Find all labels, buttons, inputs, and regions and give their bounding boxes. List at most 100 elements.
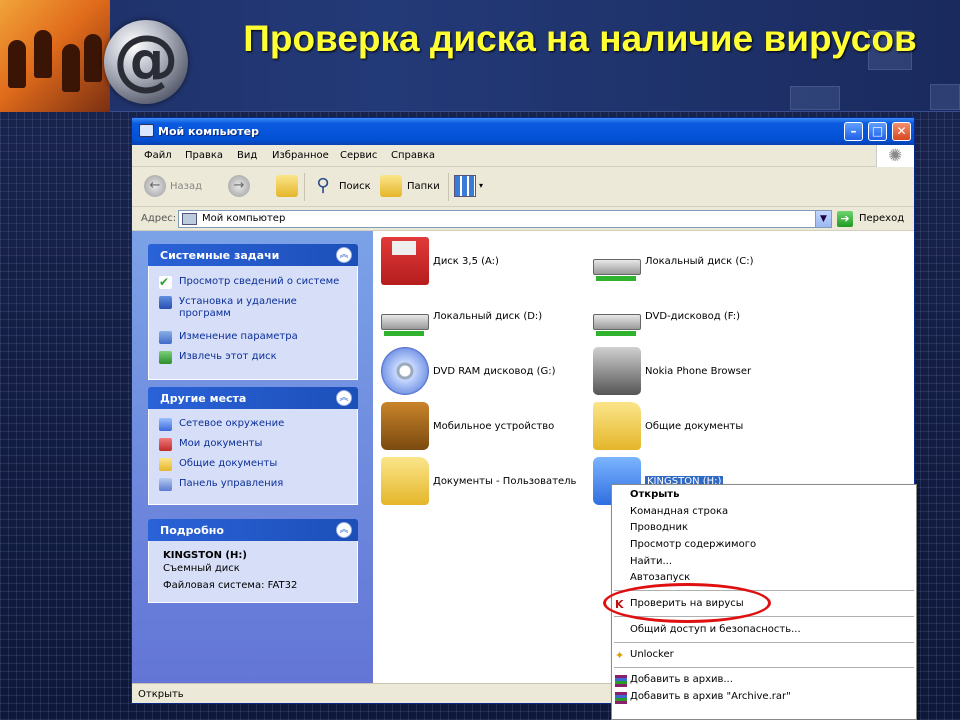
search-icon: ⚲ <box>316 175 330 196</box>
other-places-title: Другие места <box>160 392 247 405</box>
window-titlebar[interactable]: Мой компьютер – □ ✕ <box>132 118 914 145</box>
go-button[interactable]: ➔ Переход <box>837 211 912 228</box>
menu-item-command-line[interactable]: Командная строка <box>612 505 916 521</box>
status-text: Открыть <box>138 689 184 700</box>
documents-icon <box>159 438 172 451</box>
menu-separator <box>614 667 914 668</box>
details-body: KINGSTON (H:) Съемный диск Файловая сист… <box>148 541 358 603</box>
search-button[interactable]: ⚲ Поиск <box>312 175 374 199</box>
menu-item-add-to-archive[interactable]: Добавить в архив... <box>612 673 916 689</box>
folders-button[interactable]: Папки <box>380 175 442 199</box>
details-title: Подробно <box>160 524 224 537</box>
collapse-chevron-icon[interactable]: ︽ <box>336 522 352 538</box>
control-panel-icon <box>159 478 172 491</box>
people-logo-icon <box>0 0 110 112</box>
menu-item-view-contents[interactable]: Просмотр содержимого <box>612 538 916 554</box>
drive-item[interactable]: Документы - Пользователь <box>377 457 597 507</box>
system-tasks-header[interactable]: Системные задачи ︽ <box>148 244 358 266</box>
hard-drive-icon <box>381 292 429 340</box>
address-input[interactable]: Мой компьютер ▼ <box>178 210 832 228</box>
control-icon <box>159 331 172 344</box>
drive-item[interactable]: DVD RAM дисковод (G:) <box>377 347 597 397</box>
other-places-header[interactable]: Другие места ︽ <box>148 387 358 409</box>
eject-icon <box>159 351 172 364</box>
back-label: Назад <box>170 181 203 192</box>
drive-item[interactable]: Мобильное устройство <box>377 402 597 452</box>
drive-item[interactable]: Nokia Phone Browser <box>589 347 809 397</box>
collapse-chevron-icon[interactable]: ︽ <box>336 247 352 263</box>
mobile-device-icon <box>381 402 429 450</box>
menu-tools[interactable]: Сервис <box>340 150 377 161</box>
winrar-icon <box>615 692 627 704</box>
menu-file[interactable]: Файл <box>144 150 172 161</box>
windows-busy-icon <box>876 145 914 167</box>
folder-icon <box>381 457 429 505</box>
menu-bar: Файл Правка Вид Избранное Сервис Справка <box>132 145 914 167</box>
back-arrow-icon: ← <box>144 175 166 197</box>
menu-item-add-to-archive-rar[interactable]: Добавить в архив "Archive.rar" <box>612 690 916 706</box>
menu-edit[interactable]: Правка <box>185 150 223 161</box>
collapse-chevron-icon[interactable]: ︽ <box>336 390 352 406</box>
go-arrow-icon: ➔ <box>837 211 853 227</box>
close-button[interactable]: ✕ <box>892 122 911 141</box>
menu-item-find[interactable]: Найти... <box>612 555 916 571</box>
maximize-button[interactable]: □ <box>868 122 887 141</box>
views-button[interactable]: ▾ <box>454 175 486 199</box>
toolbar-separator <box>304 173 305 201</box>
search-label: Поиск <box>339 181 371 192</box>
toolbar: ← Назад → ⚲ Поиск Папки ▾ <box>132 167 914 207</box>
drive-item[interactable]: Диск 3,5 (A:) <box>377 237 597 287</box>
floppy-icon <box>381 237 429 285</box>
hard-drive-icon <box>593 237 641 285</box>
highlight-ellipse <box>603 583 771 623</box>
menu-item-explorer[interactable]: Проводник <box>612 521 916 537</box>
drive-item[interactable]: DVD-дисковод (F:) <box>589 292 809 342</box>
details-name: KINGSTON (H:) <box>163 550 247 561</box>
up-folder-button[interactable] <box>276 175 300 199</box>
window-title: Мой компьютер <box>158 125 260 138</box>
system-tasks-title: Системные задачи <box>160 249 280 262</box>
forward-arrow-icon: → <box>228 175 250 197</box>
menu-view[interactable]: Вид <box>237 150 257 161</box>
network-icon <box>159 418 172 431</box>
details-header[interactable]: Подробно ︽ <box>148 519 358 541</box>
menu-item-sharing-security[interactable]: Общий доступ и безопасность... <box>612 623 916 639</box>
menu-separator <box>614 642 914 643</box>
shared-folder-icon <box>159 458 172 471</box>
views-dropdown-icon: ▾ <box>479 181 484 190</box>
system-tasks-panel: Системные задачи ︽ ✔ Просмотр сведений о… <box>148 244 358 380</box>
slide-banner: @ Проверка диска на наличие вирусов <box>0 0 960 112</box>
phone-browser-icon <box>593 347 641 395</box>
winrar-icon <box>615 675 627 687</box>
other-places-body: Сетевое окружение Мои документы Общие до… <box>148 409 358 505</box>
folders-icon <box>380 175 402 197</box>
drive-item[interactable]: Локальный диск (D:) <box>377 292 597 342</box>
programs-icon <box>159 296 172 309</box>
menu-item-unlocker[interactable]: ✦ Unlocker <box>612 648 916 664</box>
unlocker-wand-icon: ✦ <box>615 649 625 662</box>
address-value: Мой компьютер <box>202 213 286 224</box>
drive-item[interactable]: Локальный диск (C:) <box>589 237 809 287</box>
address-dropdown-icon[interactable]: ▼ <box>815 211 831 227</box>
other-places-panel: Другие места ︽ Сетевое окружение Мои док… <box>148 387 358 505</box>
folder-icon <box>593 402 641 450</box>
system-tasks-body: ✔ Просмотр сведений о системе Установка … <box>148 266 358 380</box>
minimize-button[interactable]: – <box>844 122 863 141</box>
forward-button[interactable]: → <box>228 175 268 199</box>
back-button[interactable]: ← Назад <box>144 175 216 199</box>
at-sign-logo-icon: @ <box>104 20 188 104</box>
drive-item[interactable]: Общие документы <box>589 402 809 452</box>
address-bar: Адрес: Мой компьютер ▼ ➔ Переход <box>132 207 914 231</box>
folders-label: Папки <box>407 181 440 192</box>
menu-item-open[interactable]: Открыть <box>612 488 916 504</box>
my-computer-icon <box>182 213 197 225</box>
menu-help[interactable]: Справка <box>391 150 435 161</box>
menu-favorites[interactable]: Избранное <box>272 150 329 161</box>
up-folder-icon <box>276 175 298 197</box>
dvd-drive-icon <box>593 292 641 340</box>
details-panel: Подробно ︽ KINGSTON (H:) Съемный диск Фа… <box>148 519 358 603</box>
views-icon <box>454 175 476 197</box>
task-pane: Системные задачи ︽ ✔ Просмотр сведений о… <box>132 231 373 683</box>
go-label: Переход <box>859 213 905 224</box>
my-computer-icon <box>139 124 154 137</box>
